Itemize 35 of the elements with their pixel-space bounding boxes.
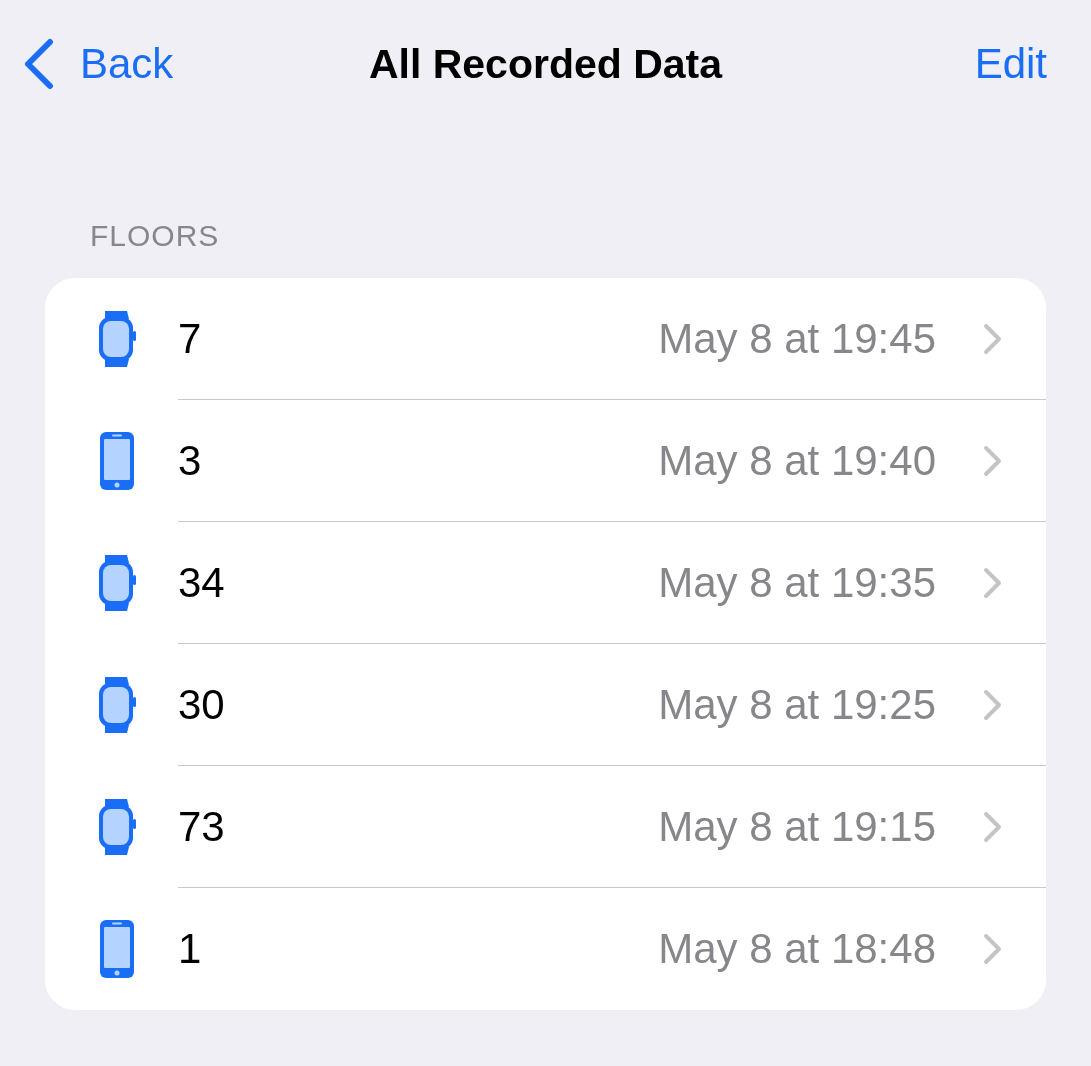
- floor-count: 7: [178, 314, 203, 363]
- floor-count: 30: [178, 680, 226, 729]
- record-time: May 8 at 18:48: [658, 925, 936, 973]
- chevron-icon: [982, 688, 1002, 721]
- floor-count: 1: [178, 925, 203, 973]
- phone-icon: [97, 430, 136, 492]
- record-row[interactable]: 1 May 8 at 18:48: [45, 888, 1046, 1010]
- section-header: FLOORS: [90, 218, 221, 254]
- record-row[interactable]: 3 May 8 at 19:40: [45, 400, 1046, 522]
- back-chevron-icon: [22, 38, 56, 90]
- record-row[interactable]: 73 May 8 at 19:15: [45, 766, 1046, 888]
- watch-icon: [96, 309, 137, 369]
- record-time: May 8 at 19:25: [658, 680, 936, 729]
- watch-icon: [96, 675, 137, 735]
- chevron-icon: [982, 810, 1002, 843]
- record-time: May 8 at 19:15: [658, 802, 936, 851]
- screen-title: All Recorded Data: [368, 40, 723, 88]
- floor-count: 73: [178, 802, 226, 851]
- chevron-icon: [982, 444, 1002, 477]
- record-time: May 8 at 19:40: [658, 436, 936, 485]
- record-row[interactable]: 30 May 8 at 19:25: [45, 644, 1046, 766]
- phone-icon: [97, 918, 136, 980]
- chevron-icon: [982, 566, 1002, 599]
- watch-icon: [96, 553, 137, 613]
- record-time: May 8 at 19:35: [658, 558, 936, 607]
- back-button[interactable]: Back: [22, 38, 174, 90]
- chevron-icon: [982, 322, 1002, 355]
- floor-count: 34: [178, 558, 226, 607]
- chevron-icon: [982, 933, 1002, 965]
- watch-icon: [96, 797, 137, 857]
- record-row[interactable]: 7 May 8 at 19:45: [45, 278, 1046, 400]
- floor-count: 3: [178, 436, 203, 485]
- record-row[interactable]: 34 May 8 at 19:35: [45, 522, 1046, 644]
- record-time: May 8 at 19:45: [658, 314, 936, 363]
- edit-button[interactable]: Edit: [974, 40, 1047, 88]
